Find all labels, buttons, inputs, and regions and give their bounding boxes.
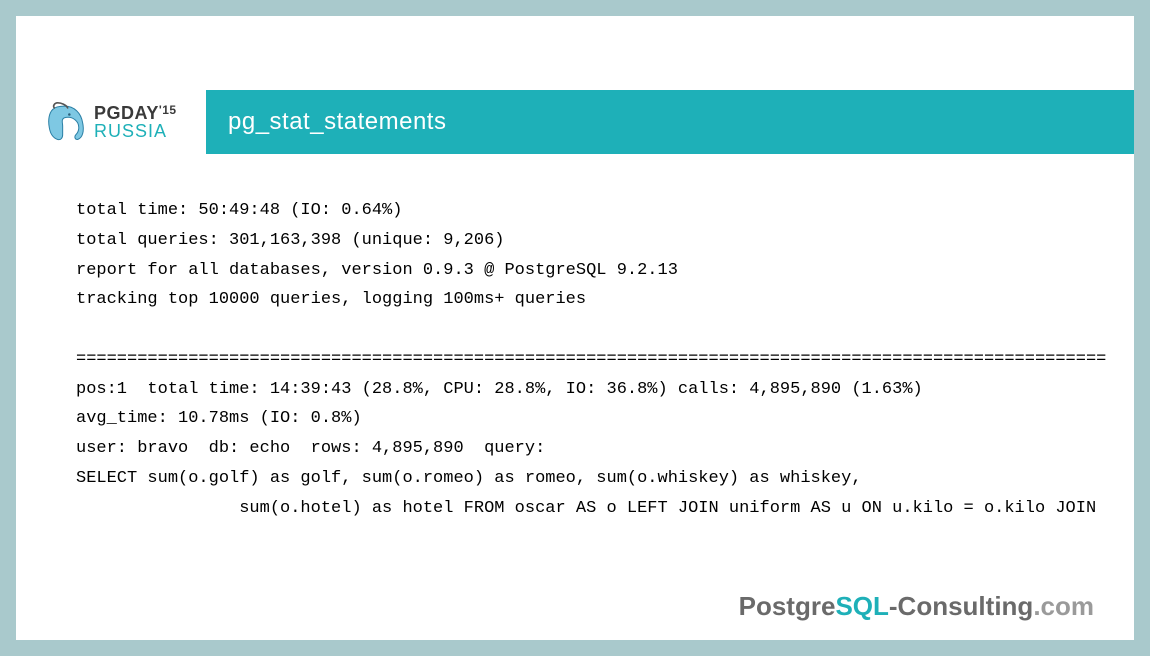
slide-title: pg_stat_statements [206,90,1134,154]
event-logo: PGDAY'15 RUSSIA [16,90,206,154]
logo-top: PGDAY [94,103,159,123]
report-line: total queries: 301,163,398 (unique: 9,20… [76,231,504,250]
brand-part: .com [1033,591,1094,621]
brand-part: -Consulting [889,591,1033,621]
report-line: tracking top 10000 queries, logging 100m… [76,290,586,309]
brand-part: Postgre [739,591,836,621]
report-line: sum(o.hotel) as hotel FROM oscar AS o LE… [76,499,1106,518]
report-line: total time: 50:49:48 (IO: 0.64%) [76,201,402,220]
brand-part: SQL [835,591,888,621]
elephant-icon [46,101,86,143]
report-line: report for all databases, version 0.9.3 … [76,261,678,280]
header: PGDAY'15 RUSSIA pg_stat_statements [16,90,1134,154]
report-separator: ========================================… [76,350,1106,369]
logo-bottom: RUSSIA [94,122,177,140]
footer-brand: PostgreSQL-Consulting.com [739,591,1094,622]
report-output: total time: 50:49:48 (IO: 0.64%) total q… [76,196,1134,523]
logo-year: '15 [159,103,177,117]
slide: PGDAY'15 RUSSIA pg_stat_statements total… [16,16,1134,640]
report-line: avg_time: 10.78ms (IO: 0.8%) [76,409,362,428]
logo-text: PGDAY'15 RUSSIA [94,104,177,140]
report-line: SELECT sum(o.golf) as golf, sum(o.romeo)… [76,469,862,488]
report-line: user: bravo db: echo rows: 4,895,890 que… [76,439,545,458]
report-line: pos:1 total time: 14:39:43 (28.8%, CPU: … [76,380,923,399]
